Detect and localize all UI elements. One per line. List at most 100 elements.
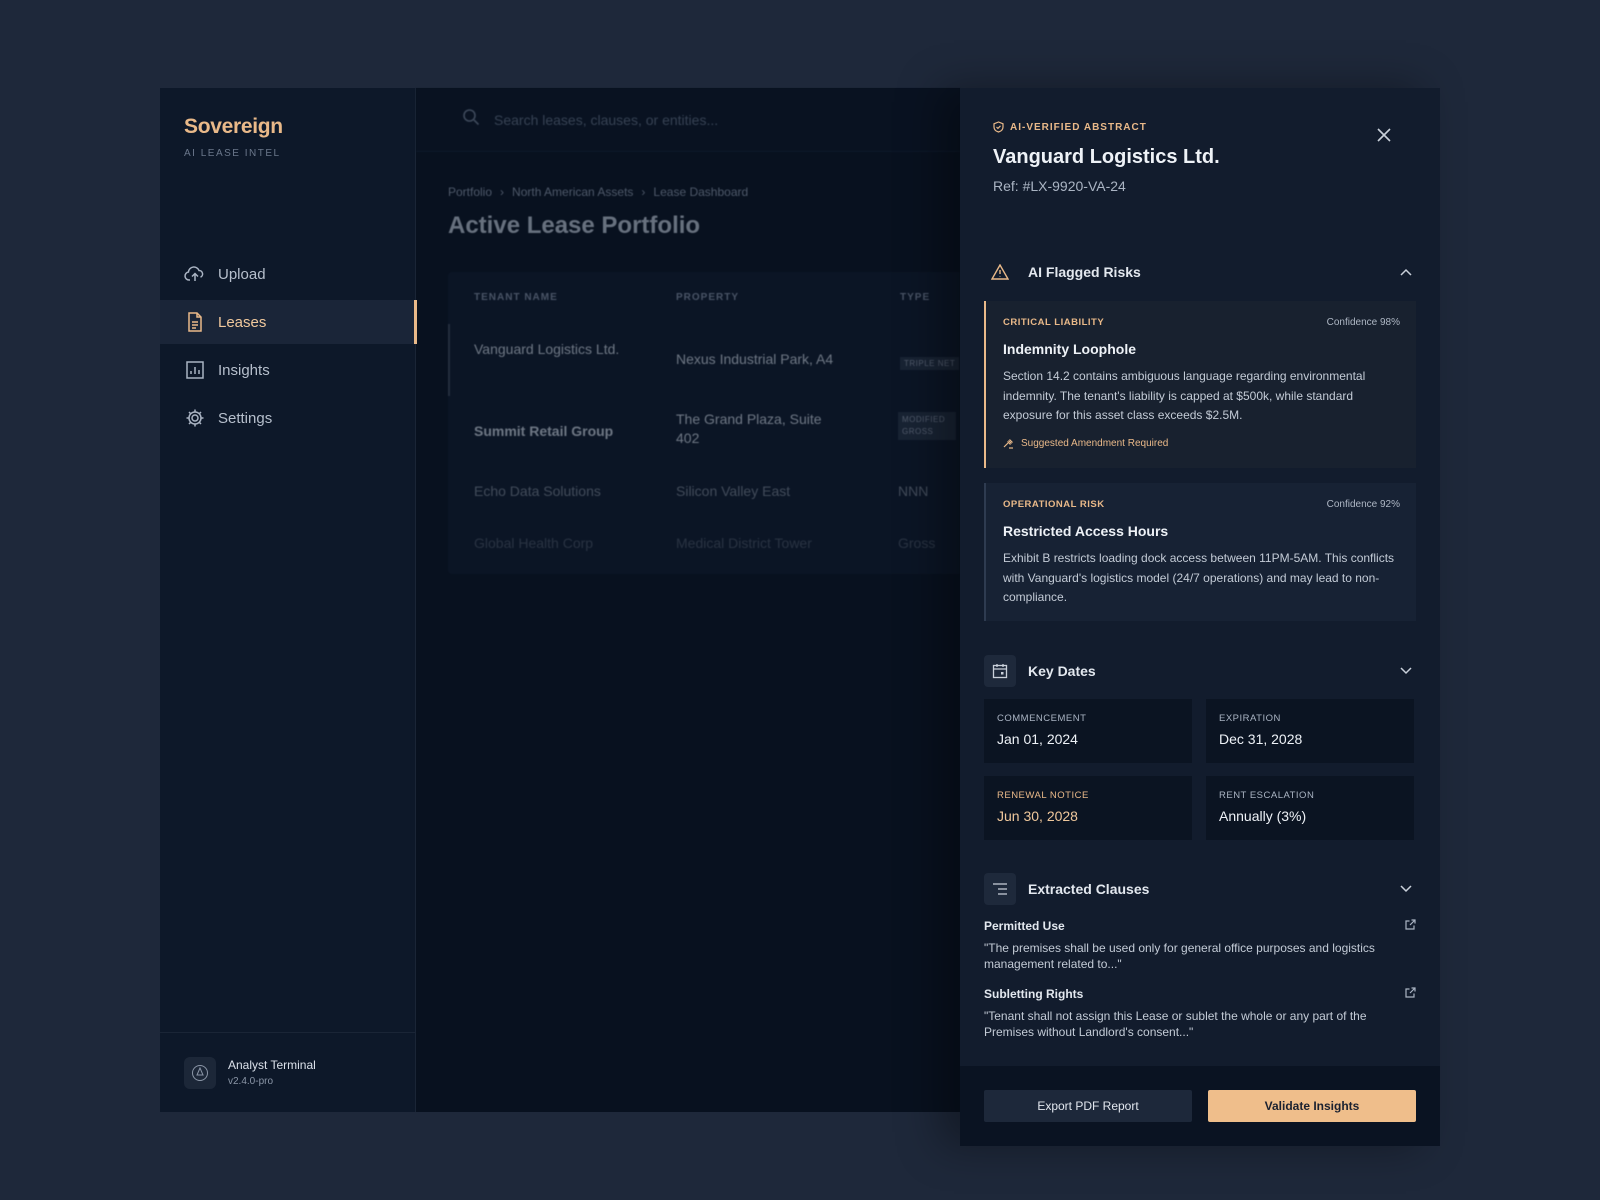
property-name: Silicon Valley East [676,483,791,499]
date-expiration: EXPIRATION Dec 31, 2028 [1206,699,1414,763]
user-name: Analyst Terminal [228,1058,316,1072]
drawer-title: Vanguard Logistics Ltd. [993,146,1220,168]
gavel-icon [1003,438,1013,449]
external-link-icon[interactable] [1405,985,1416,1003]
risk-card-operational[interactable]: OPERATIONAL RISK Confidence 92% Restrict… [984,483,1416,621]
drawer-footer: Export PDF Report Validate Insights [960,1066,1440,1146]
clauses-section-header[interactable]: Extracted Clauses [984,873,1416,905]
sidebar-item-label: Leases [218,313,267,331]
verified-badge: AI-VERIFIED ABSTRACT [993,121,1147,133]
column-header-tenant[interactable]: TENANT NAME [474,292,558,303]
clause-excerpt: "Tenant shall not assign this Lease or s… [984,1009,1367,1039]
dates-section-header[interactable]: Key Dates [984,655,1416,687]
lease-detail-drawer: AI-VERIFIED ABSTRACT Vanguard Logistics … [960,88,1440,1146]
risk-category: OPERATIONAL RISK [1003,499,1105,510]
list-icon [984,873,1016,905]
property-name: The Grand Plaza, Suite 402 [676,411,822,446]
breadcrumb-item[interactable]: Portfolio [448,185,492,199]
tenant-name: Echo Data Solutions [474,483,601,499]
date-value: Annually (3%) [1219,808,1307,824]
date-commencement: COMMENCEMENT Jan 01, 2024 [984,699,1192,763]
bar-chart-icon [184,359,206,381]
warning-icon [984,256,1016,288]
column-header-type[interactable]: TYPE [900,292,930,303]
section-title: Extracted Clauses [1028,881,1150,897]
validate-insights-button[interactable]: Validate Insights [1208,1090,1416,1122]
chevron-down-icon[interactable] [1396,661,1416,681]
search-input[interactable]: Search leases, clauses, or entities... [494,112,718,128]
risks-section-header[interactable]: AI Flagged Risks [984,256,1416,288]
risk-title: Indemnity Loophole [1003,341,1136,357]
date-value: Jan 01, 2024 [997,731,1078,747]
lease-type-tag: MODIFIED GROSS [898,412,960,440]
table-row[interactable]: Summit Retail Group The Grand Plaza, Sui… [448,396,960,468]
date-rent-escalation: RENT ESCALATION Annually (3%) [1206,776,1414,840]
calendar-icon [984,655,1016,687]
sidebar-item-upload[interactable]: Upload [160,252,416,296]
section-title: Key Dates [1028,663,1096,679]
breadcrumb-item[interactable]: Lease Dashboard [653,185,748,199]
date-value: Dec 31, 2028 [1219,731,1303,747]
date-label: RENEWAL NOTICE [997,790,1089,801]
date-value: Jun 30, 2028 [997,808,1078,824]
tenant-name: Summit Retail Group [474,423,614,439]
date-label: EXPIRATION [1219,713,1281,724]
risk-card-critical[interactable]: CRITICAL LIABILITY Confidence 98% Indemn… [984,301,1416,468]
chevron-down-icon[interactable] [1396,879,1416,899]
risk-confidence: Confidence 98% [1326,317,1400,328]
chevron-right-icon: › [641,185,646,199]
cloud-upload-icon [184,263,206,285]
chevron-up-icon[interactable] [1396,262,1416,282]
search-bar[interactable]: Search leases, clauses, or entities... [416,88,960,152]
avatar [184,1056,216,1089]
breadcrumb-item[interactable]: North American Assets [512,185,633,199]
gear-icon [184,407,206,429]
property-name: Nexus Industrial Park, A4 [676,351,834,367]
date-renewal-notice: RENEWAL NOTICE Jun 30, 2028 [984,776,1192,840]
lease-type-tag: TRIPLE NET [900,352,960,373]
table-row[interactable]: Echo Data Solutions Silicon Valley East … [448,468,960,520]
close-button[interactable] [1373,124,1395,146]
sidebar-item-label: Settings [218,409,273,427]
sidebar-item-insights[interactable]: Insights [160,348,416,392]
clause-name: Permitted Use [984,919,1065,933]
sidebar-item-leases[interactable]: Leases [160,300,417,344]
sidebar: Sovereign AI LEASE INTEL Upload Leases I… [160,88,417,1112]
risk-note-label: Suggested Amendment Required [1021,437,1169,449]
brand: Sovereign AI LEASE INTEL [184,115,283,159]
badge-label: AI-VERIFIED ABSTRACT [1010,121,1147,133]
external-link-icon[interactable] [1405,917,1416,935]
app-window: Sovereign AI LEASE INTEL Upload Leases I… [160,88,960,1112]
sidebar-item-label: Insights [218,361,270,379]
risk-category: CRITICAL LIABILITY [1003,317,1105,328]
risk-description: Section 14.2 contains ambiguous language… [1003,369,1366,422]
column-header-property[interactable]: PROPERTY [676,292,739,303]
close-icon [1377,128,1391,142]
lease-type: NNN [898,483,929,499]
brand-name: Sovereign [184,115,283,138]
clause-excerpt: "The premises shall be used only for gen… [984,941,1375,971]
tenant-name: Global Health Corp [474,535,594,551]
export-pdf-button[interactable]: Export PDF Report [984,1090,1192,1122]
lease-reference: Ref: #LX-9920-VA-24 [993,178,1126,194]
section-title: AI Flagged Risks [1028,264,1141,280]
risk-confidence: Confidence 92% [1326,499,1400,510]
risk-note[interactable]: Suggested Amendment Required [1003,438,1400,449]
date-label: COMMENCEMENT [997,713,1087,724]
clause-item: Permitted Use "The premises shall be use… [984,917,1416,972]
table-row[interactable]: Vanguard Logistics Ltd. Nexus Industrial… [448,324,960,396]
user-profile[interactable]: Analyst Terminal v2.4.0-pro [160,1032,416,1112]
document-icon [184,311,206,333]
sidebar-item-settings[interactable]: Settings [160,396,416,440]
main-content: Search leases, clauses, or entities... P… [416,88,960,1112]
app-version: v2.4.0-pro [228,1076,274,1087]
brand-subtitle: AI LEASE INTEL [184,148,281,159]
page-title: Active Lease Portfolio [448,212,701,239]
table-row[interactable]: Global Health Corp Medical District Towe… [448,520,960,572]
sidebar-nav: Upload Leases Insights Settings [160,252,417,444]
clause-name: Subletting Rights [984,987,1084,1001]
clause-item: Subletting Rights "Tenant shall not assi… [984,985,1416,1040]
date-label: RENT ESCALATION [1219,790,1315,801]
chevron-right-icon: › [500,185,505,199]
risk-title: Restricted Access Hours [1003,523,1169,539]
